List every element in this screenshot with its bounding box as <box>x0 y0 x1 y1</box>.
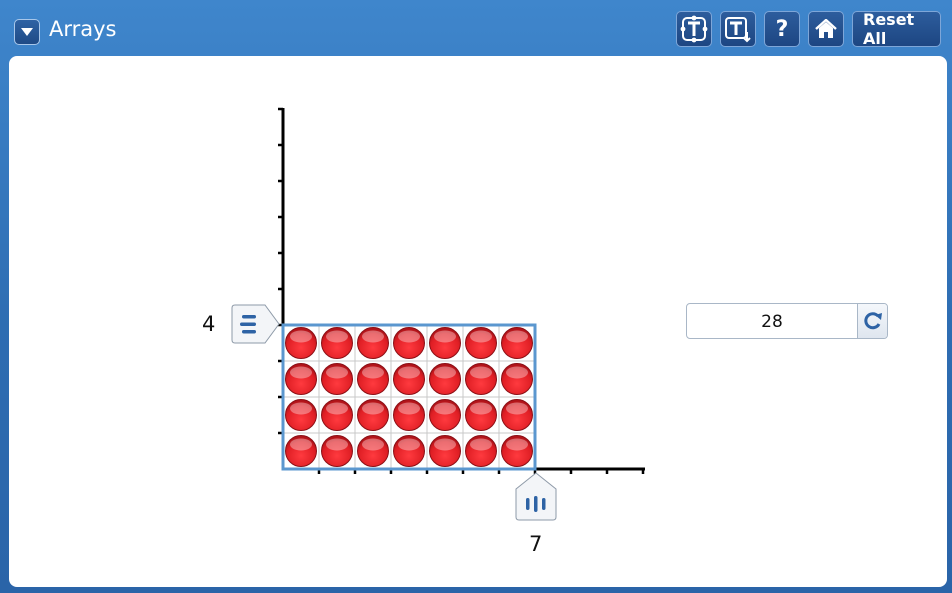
array-counter <box>357 399 389 431</box>
array-counter <box>465 363 497 395</box>
counter-highlight <box>290 330 312 343</box>
array-counter <box>357 327 389 359</box>
product-answer-input[interactable] <box>687 304 857 340</box>
array-counter <box>393 327 425 359</box>
array-counter <box>285 435 317 467</box>
array-counter <box>321 327 353 359</box>
array-counter <box>465 435 497 467</box>
array-counter <box>465 399 497 431</box>
row-drag-handle[interactable] <box>231 303 281 347</box>
counter-highlight <box>506 330 528 343</box>
counter-highlight <box>326 402 348 415</box>
array-counter <box>465 327 497 359</box>
array-counter <box>321 363 353 395</box>
array-counter <box>321 435 353 467</box>
counter-highlight <box>434 438 456 451</box>
row-count-label: 4 <box>202 312 216 336</box>
array-counter <box>285 327 317 359</box>
array-counter <box>393 435 425 467</box>
array-counter <box>501 327 533 359</box>
row-handle-grip-icon <box>240 315 256 334</box>
counter-highlight <box>434 402 456 415</box>
refresh-button[interactable] <box>857 304 887 338</box>
column-count-label: 7 <box>529 532 543 556</box>
array-counter <box>501 363 533 395</box>
counter-highlight <box>506 366 528 379</box>
array-counter <box>429 363 461 395</box>
counter-highlight <box>362 438 384 451</box>
counter-highlight <box>290 402 312 415</box>
counter-highlight <box>362 366 384 379</box>
array-counter <box>357 435 389 467</box>
counter-highlight <box>326 438 348 451</box>
array-counter <box>429 399 461 431</box>
counter-highlight <box>470 438 492 451</box>
array-counter <box>393 363 425 395</box>
counter-highlight <box>398 402 420 415</box>
counter-highlight <box>290 366 312 379</box>
counter-highlight <box>398 366 420 379</box>
counter-highlight <box>470 402 492 415</box>
counter-highlight <box>398 330 420 343</box>
array-counter <box>429 327 461 359</box>
array-counter <box>321 399 353 431</box>
counter-highlight <box>362 402 384 415</box>
refresh-icon <box>863 312 882 330</box>
array-counter <box>285 363 317 395</box>
counter-highlight <box>470 330 492 343</box>
array-grid[interactable] <box>281 323 537 471</box>
counter-highlight <box>326 330 348 343</box>
array-counter <box>285 399 317 431</box>
array-counter <box>501 399 533 431</box>
counter-highlight <box>326 366 348 379</box>
array-counter <box>501 435 533 467</box>
array-counter <box>429 435 461 467</box>
array-stage <box>278 107 645 474</box>
counter-highlight <box>506 438 528 451</box>
column-drag-handle[interactable] <box>514 471 560 523</box>
counter-highlight <box>362 330 384 343</box>
counter-highlight <box>434 330 456 343</box>
counter-highlight <box>506 402 528 415</box>
counter-highlight <box>290 438 312 451</box>
counter-highlight <box>470 366 492 379</box>
array-counter <box>357 363 389 395</box>
array-counter <box>393 399 425 431</box>
answer-box <box>686 303 888 340</box>
counter-highlight <box>434 366 456 379</box>
counter-highlight <box>398 438 420 451</box>
